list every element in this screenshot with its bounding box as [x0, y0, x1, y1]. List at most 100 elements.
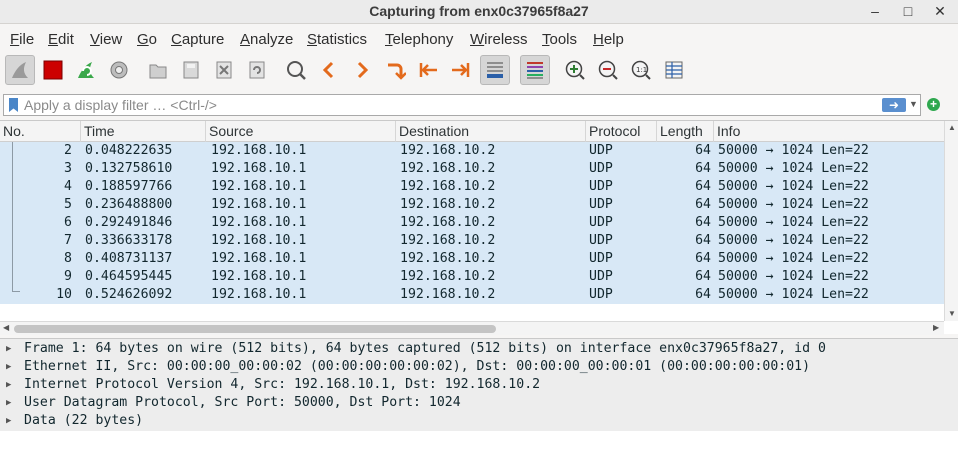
bookmark-icon[interactable] [9, 98, 18, 112]
cell-time: 0.524626092 [85, 287, 173, 302]
expand-arrow-icon[interactable]: ▶ [6, 394, 11, 412]
cell-protocol: UDP [589, 143, 613, 158]
cell-time: 0.292491846 [85, 215, 173, 230]
restart-capture-button[interactable] [71, 55, 101, 85]
packet-row[interactable]: 8 0.408731137 192.168.10.1 192.168.10.2 UDP 6… [0, 250, 944, 268]
cell-source: 192.168.10.1 [211, 197, 307, 212]
add-filter-button[interactable]: + [927, 98, 940, 111]
start-capture-button[interactable] [5, 55, 35, 85]
column-header-destination[interactable]: Destination [396, 121, 586, 142]
column-header-time[interactable]: Time [81, 121, 206, 142]
cell-no: 2 [64, 143, 72, 158]
cell-source: 192.168.10.1 [211, 215, 307, 230]
colorize-button[interactable] [520, 55, 550, 85]
menu-view[interactable]: View [90, 31, 122, 48]
cell-info: 50000 → 1024 Len=22 [718, 143, 869, 158]
detail-row-ethernet[interactable]: ▶ Ethernet II, Src: 00:00:00_00:00:02 (00… [0, 358, 958, 376]
menu-tools[interactable]: Tools [542, 31, 577, 48]
cell-source: 192.168.10.1 [211, 287, 307, 302]
go-back-button[interactable] [314, 55, 344, 85]
open-file-button[interactable] [143, 55, 173, 85]
packet-row[interactable]: 4 0.188597766 192.168.10.1 192.168.10.2 UDP 6… [0, 178, 944, 196]
detail-row-udp[interactable]: ▶ User Datagram Protocol, Src Port: 50000… [0, 394, 958, 412]
menu-file[interactable]: File [10, 31, 34, 48]
scroll-left-icon[interactable]: ◀ [3, 323, 9, 332]
normal-size-button[interactable]: 1:1 [626, 55, 656, 85]
menu-edit[interactable]: Edit [48, 31, 74, 48]
capture-options-button[interactable] [104, 55, 134, 85]
detail-row-ipv4[interactable]: ▶ Internet Protocol Version 4, Src: 192.1… [0, 376, 958, 394]
cell-info: 50000 → 1024 Len=22 [718, 197, 869, 212]
expand-arrow-icon[interactable]: ▶ [6, 358, 11, 376]
scroll-up-icon[interactable]: ▲ [948, 123, 956, 132]
column-header-info[interactable]: Info [714, 121, 944, 142]
resize-columns-button[interactable] [659, 55, 689, 85]
cell-info: 50000 → 1024 Len=22 [718, 179, 869, 194]
scroll-right-icon[interactable]: ▶ [933, 323, 939, 332]
cell-length: 64 [695, 233, 711, 248]
maximize-button[interactable]: □ [895, 0, 921, 22]
restart-capture-icon [78, 62, 94, 78]
expand-arrow-icon[interactable]: ▶ [6, 340, 11, 358]
column-header-protocol[interactable]: Protocol [586, 121, 657, 142]
minimize-button[interactable]: – [862, 0, 888, 22]
zoom-in-icon [565, 60, 585, 80]
scroll-down-icon[interactable]: ▼ [948, 309, 956, 318]
reload-file-button[interactable] [242, 55, 272, 85]
cell-no: 3 [64, 161, 72, 176]
packet-row[interactable]: 9 0.464595445 192.168.10.1 192.168.10.2 UDP 6… [0, 268, 944, 286]
menu-statistics[interactable]: Statistics [307, 31, 367, 48]
packet-row[interactable]: 2 0.048222635 192.168.10.1 192.168.10.2 UDP 6… [0, 142, 944, 160]
cell-length: 64 [695, 269, 711, 284]
horizontal-scroll-thumb[interactable] [14, 325, 496, 333]
title-bar: Capturing from enx0c37965f8a27 – □ ✕ [0, 0, 958, 24]
stop-capture-button[interactable] [38, 55, 68, 85]
column-header-source[interactable]: Source [206, 121, 396, 142]
packet-rows: 2 0.048222635 192.168.10.1 192.168.10.2 UDP 6… [0, 142, 944, 304]
first-packet-button[interactable] [413, 55, 443, 85]
vertical-scrollbar[interactable]: ▲ ▼ [944, 121, 958, 321]
menu-telephony[interactable]: Telephony [385, 31, 453, 48]
menu-go[interactable]: Go [137, 31, 157, 48]
detail-row-data[interactable]: ▶ Data (22 bytes) [0, 412, 958, 430]
cell-protocol: UDP [589, 287, 613, 302]
close-window-button[interactable]: ✕ [927, 0, 953, 22]
chevron-down-icon[interactable]: ▼ [909, 99, 918, 109]
menu-help[interactable]: Help [593, 31, 624, 48]
colorize-icon [527, 62, 543, 79]
menu-capture[interactable]: Capture [171, 31, 224, 48]
find-packet-button[interactable] [281, 55, 311, 85]
packet-row[interactable]: 7 0.336633178 192.168.10.1 192.168.10.2 UDP 6… [0, 232, 944, 250]
display-filter-input[interactable] [24, 96, 864, 114]
zoom-out-button[interactable] [593, 55, 623, 85]
menu-wireless[interactable]: Wireless [470, 31, 528, 48]
autoscroll-button[interactable] [480, 55, 510, 85]
packet-row[interactable]: 5 0.236488800 192.168.10.1 192.168.10.2 UDP 6… [0, 196, 944, 214]
packet-row[interactable]: 10 0.524626092 192.168.10.1 192.168.10.2 UDP… [0, 286, 944, 304]
go-forward-button[interactable] [347, 55, 377, 85]
cell-source: 192.168.10.1 [211, 269, 307, 284]
save-file-button[interactable] [176, 55, 206, 85]
packet-row[interactable]: 3 0.132758610 192.168.10.1 192.168.10.2 UDP 6… [0, 160, 944, 178]
cell-length: 64 [695, 179, 711, 194]
horizontal-scrollbar[interactable]: ◀ ▶ [0, 321, 944, 335]
apply-filter-button[interactable]: ➜ [882, 98, 906, 112]
packet-row[interactable]: 6 0.292491846 192.168.10.1 192.168.10.2 UDP 6… [0, 214, 944, 232]
cell-protocol: UDP [589, 161, 613, 176]
cell-source: 192.168.10.1 [211, 179, 307, 194]
cell-info: 50000 → 1024 Len=22 [718, 251, 869, 266]
zoom-in-button[interactable] [560, 55, 590, 85]
close-file-button[interactable] [209, 55, 239, 85]
go-to-packet-button[interactable] [380, 55, 410, 85]
last-packet-button[interactable] [446, 55, 476, 85]
shark-fin-icon [12, 62, 28, 78]
detail-row-frame[interactable]: ▶ Frame 1: 64 bytes on wire (512 bits), 6… [0, 340, 958, 358]
conversation-tree-line [12, 142, 13, 292]
expand-arrow-icon[interactable]: ▶ [6, 376, 11, 394]
cell-destination: 192.168.10.2 [400, 269, 496, 284]
cell-destination: 192.168.10.2 [400, 287, 496, 302]
column-header-length[interactable]: Length [657, 121, 714, 142]
column-header-no[interactable]: No. [0, 121, 81, 142]
expand-arrow-icon[interactable]: ▶ [6, 412, 11, 430]
menu-analyze[interactable]: Analyze [240, 31, 293, 48]
